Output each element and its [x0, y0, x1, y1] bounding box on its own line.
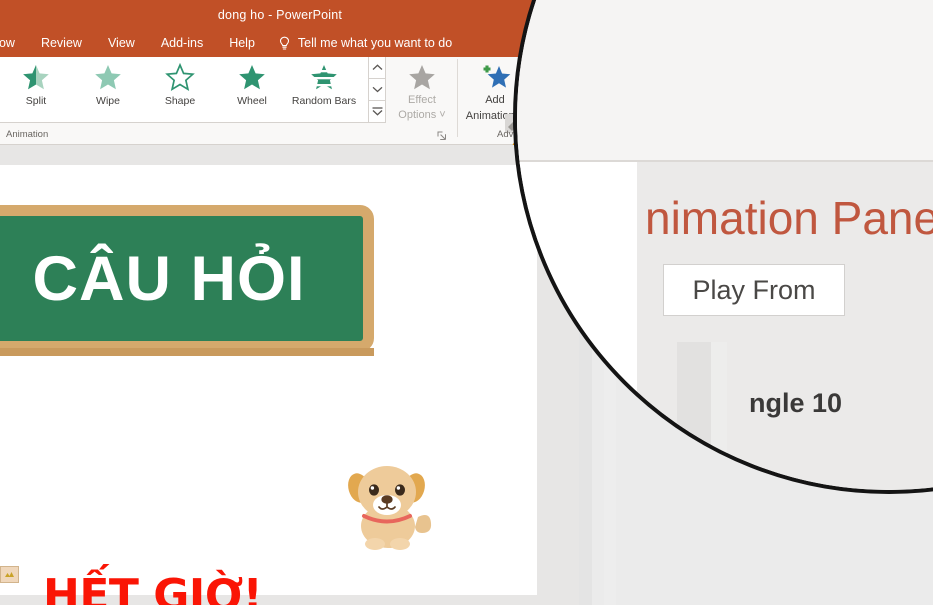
- scroll-down-icon[interactable]: [369, 79, 385, 101]
- magnified-ribbon-background: [517, 0, 933, 166]
- magnified-slide-white: [517, 162, 637, 490]
- slide-canvas[interactable]: CÂU HỎI HẾT GIỜ!: [0, 165, 537, 605]
- magnifier-lens: Start: On Click On Click With Previous A…: [513, 0, 933, 494]
- animation-shape[interactable]: Shape: [144, 57, 216, 121]
- animation-gallery[interactable]: Split Wipe Shape Wheel Random Bars: [0, 57, 369, 123]
- animation-random-bars-label: Random Bars: [291, 95, 357, 107]
- animation-wipe-label: Wipe: [96, 95, 120, 107]
- star-icon: [93, 63, 123, 92]
- animation-wipe[interactable]: Wipe: [72, 57, 144, 121]
- tab-view[interactable]: View: [95, 29, 148, 57]
- animation-wheel-label: Wheel: [237, 95, 267, 107]
- window-title: dong ho - PowerPoint: [217, 7, 343, 22]
- animation-split[interactable]: Split: [0, 57, 72, 121]
- tab-slide-show[interactable]: how: [0, 29, 28, 57]
- add-animation-star-icon: [480, 62, 511, 91]
- star-icon: [309, 63, 339, 92]
- slide-editing-area: CÂU HỎI HẾT GIỜ!: [0, 145, 579, 605]
- effect-options-label-2: Options ˅: [398, 109, 446, 121]
- tell-me-box[interactable]: Tell me what you want to do: [278, 36, 452, 51]
- tab-review[interactable]: Review: [28, 29, 95, 57]
- scroll-up-icon[interactable]: [369, 57, 385, 79]
- gallery-more-icon[interactable]: [369, 101, 385, 122]
- tab-add-ins[interactable]: Add-ins: [148, 29, 216, 57]
- magnified-pane-column: [677, 342, 711, 490]
- animation-group-caption: Animation: [6, 129, 49, 140]
- tab-help[interactable]: Help: [216, 29, 268, 57]
- dog-icon: [338, 461, 438, 551]
- animation-split-label: Split: [25, 95, 47, 107]
- add-animation-label-1: Add: [485, 94, 505, 106]
- magnified-pane-item[interactable]: ngle 10: [749, 388, 842, 419]
- animation-wheel[interactable]: Wheel: [216, 57, 288, 121]
- lightbulb-icon: [278, 36, 291, 51]
- group-divider: [457, 59, 458, 137]
- animation-shape-label: Shape: [164, 95, 196, 107]
- star-outline-icon: [165, 62, 195, 92]
- chalkboard-shape[interactable]: CÂU HỎI: [0, 205, 374, 352]
- star-icon: [21, 63, 51, 92]
- effect-options-button[interactable]: Effect Options ˅: [390, 59, 454, 125]
- magnified-pane-column-2: [711, 342, 727, 490]
- tell-me-label: Tell me what you want to do: [297, 36, 453, 50]
- animation-gallery-scrollbar[interactable]: [369, 57, 386, 123]
- magnified-pane-title: nimation Pane: [645, 192, 933, 244]
- magnified-play-from-button[interactable]: Play From: [663, 264, 845, 316]
- animation-random-bars[interactable]: Random Bars: [288, 57, 360, 121]
- dialog-launcher-icon[interactable]: [437, 127, 446, 140]
- time-up-text[interactable]: HẾT GIỜ!: [43, 570, 263, 605]
- star-icon: [407, 63, 437, 92]
- chalkboard-ledge: [0, 348, 374, 356]
- star-icon: [237, 63, 267, 92]
- chalkboard-text: CÂU HỎI: [32, 243, 306, 314]
- thumbnail-icon: [0, 566, 19, 583]
- effect-options-label-1: Effect: [408, 94, 436, 106]
